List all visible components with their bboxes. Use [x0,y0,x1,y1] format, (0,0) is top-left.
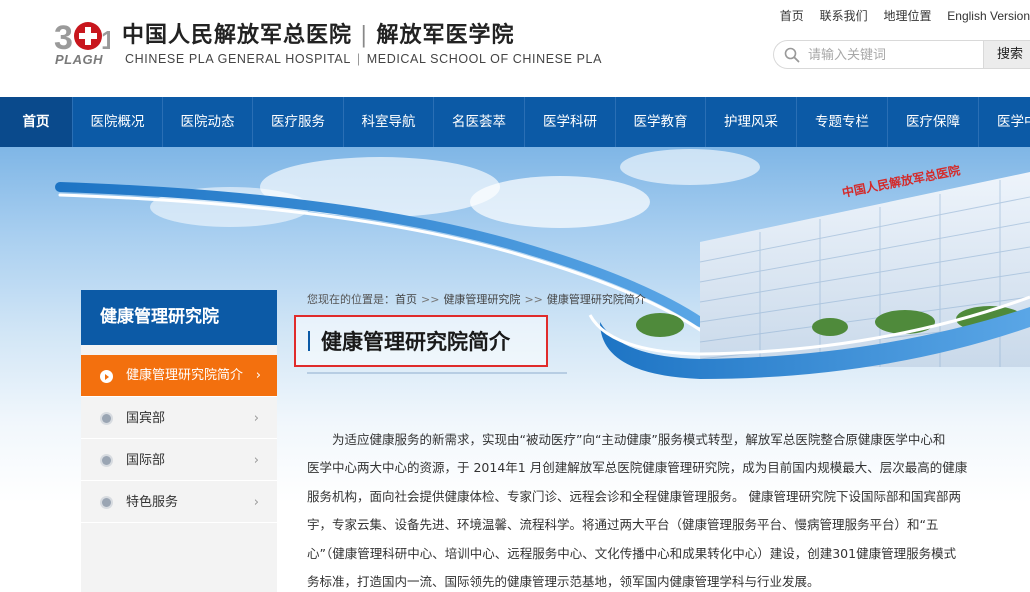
breadcrumb-prefix: 您现在的位置是： [307,293,395,306]
chevron-right-icon: › [253,453,259,468]
search-input[interactable] [808,45,973,65]
main-nav: 首页 医院概况 医院动态 医疗服务 科室导航 名医荟萃 医学科研 医学教育 护理… [0,97,1030,147]
nav-item-research[interactable]: 医学科研 [525,97,615,147]
nav-item-special-topics[interactable]: 专题专栏 [797,97,887,147]
hospital-name-en-primary: CHINESE PLA GENERAL HOSPITAL [125,52,351,66]
article-body: 为适应健康服务的新需求，实现由“被动医疗”向“主动健康”服务模式转型，解放军总医… [307,426,1030,592]
article-line: 心”（健康管理科研中心、培训中心、远程服务中心、文化传播中心和成果转化中心）建设… [307,545,957,561]
bullet-dot-icon [102,456,111,465]
logo-text: PLAGH [55,52,103,67]
hospital-logo[interactable]: 3 1 PLAGH [54,15,115,71]
article-line: 务标准，打造国内一流、国际领先的健康管理示范基地，领军国内健康管理学科与行业发展… [307,574,820,590]
sidebar: 健康管理研究院 健康管理研究院简介 › 国宾部 › 国际部 › 特色服务 › [81,290,277,592]
chevron-right-icon: › [253,411,259,426]
sidebar-item-international[interactable]: 国际部 › [81,441,277,481]
top-link-contact[interactable]: 联系我们 [820,9,868,23]
nav-item-doctors[interactable]: 名医荟萃 [434,97,524,147]
top-link-home[interactable]: 首页 [780,9,804,23]
breadcrumb-current[interactable]: 健康管理研究院简介 [547,293,646,306]
sidebar-title: 健康管理研究院 [81,290,277,345]
title-underline [307,372,567,374]
breadcrumb: 您现在的位置是：首页 >> 健康管理研究院 >> 健康管理研究院简介 [307,291,646,307]
sidebar-item-label: 国宾部 [126,411,166,426]
chevron-right-icon: › [255,368,261,383]
nav-item-news[interactable]: 医院动态 [163,97,252,147]
hospital-name-cn: 中国人民解放军总医院 | 解放军医学院 [122,17,514,49]
nav-item-nursing[interactable]: 护理风采 [706,97,796,147]
play-circle-icon [100,370,113,383]
bullet-dot-icon [102,414,111,423]
bullet-dot-icon [102,498,111,507]
nav-item-insurance[interactable]: 医疗保障 [888,97,978,147]
sidebar-item-label: 特色服务 [126,495,179,510]
name-en-separator: | [356,52,361,66]
search-icon [784,47,800,63]
breadcrumb-separator: >> [524,293,543,306]
nav-item-home[interactable]: 首页 [0,97,72,147]
svg-text:1: 1 [101,25,110,55]
top-links: 首页 联系我们 地理位置 English Version [768,7,1030,24]
breadcrumb-home[interactable]: 首页 [395,293,417,306]
hospital-name-cn-primary: 中国人民解放军总医院 [122,22,353,48]
search-box [773,40,983,69]
school-name-en: MEDICAL SCHOOL OF CHINESE PLA [366,52,603,66]
sidebar-item-intro[interactable]: 健康管理研究院简介 › [81,355,277,397]
sidebar-item-label: 国际部 [126,453,166,468]
chevron-right-icon: › [253,495,259,510]
article-line: 服务机构，面向社会提供健康体检、专家门诊、远程会诊和全程健康管理服务。 健康管理… [307,488,961,504]
hospital-name-en: CHINESE PLA GENERAL HOSPITAL | MEDICAL SCH… [125,52,602,66]
sidebar-item-special-services[interactable]: 特色服务 › [81,483,277,523]
sidebar-item-label: 健康管理研究院简介 [126,368,244,383]
school-name-cn: 解放军医学院 [376,22,515,48]
article-line: 为适应健康服务的新需求，实现由“被动医疗”向“主动健康”服务模式转型，解放军总医… [332,432,946,447]
breadcrumb-separator: >> [421,293,440,306]
sidebar-item-vip[interactable]: 国宾部 › [81,399,277,439]
title-accent-bar [308,331,310,351]
top-link-location[interactable]: 地理位置 [883,9,931,23]
nav-item-medical-services[interactable]: 医疗服务 [253,97,343,147]
nav-item-overview[interactable]: 医院概况 [73,97,162,147]
search-button[interactable]: 搜索 [983,40,1030,69]
page-title-highlight: 健康管理研究院简介 [294,315,548,367]
nav-item-education[interactable]: 医学教育 [616,97,705,147]
article-line: 医学中心两大中心的资源，于 2014年1 月创建解放军总医院健康管理研究院，成为… [307,460,968,476]
cloud [620,149,760,185]
cloud [470,176,650,228]
name-separator: | [360,23,369,48]
breadcrumb-institute[interactable]: 健康管理研究院 [443,293,520,306]
top-link-english[interactable]: English Version [947,9,1030,23]
page-title: 健康管理研究院简介 [321,330,510,354]
site-header: 3 1 PLAGH 中国人民解放军总医院 | 解放军医学院 CHINESE PLA … [0,0,1030,97]
nav-item-departments[interactable]: 科室导航 [344,97,433,147]
article-line: 宇，专家云集、设备先进、环境温馨、流程科学。将通过两大平台（健康管理服务平台、慢… [307,517,939,533]
nav-item-medical-centers[interactable]: 医学中心 [979,97,1030,147]
